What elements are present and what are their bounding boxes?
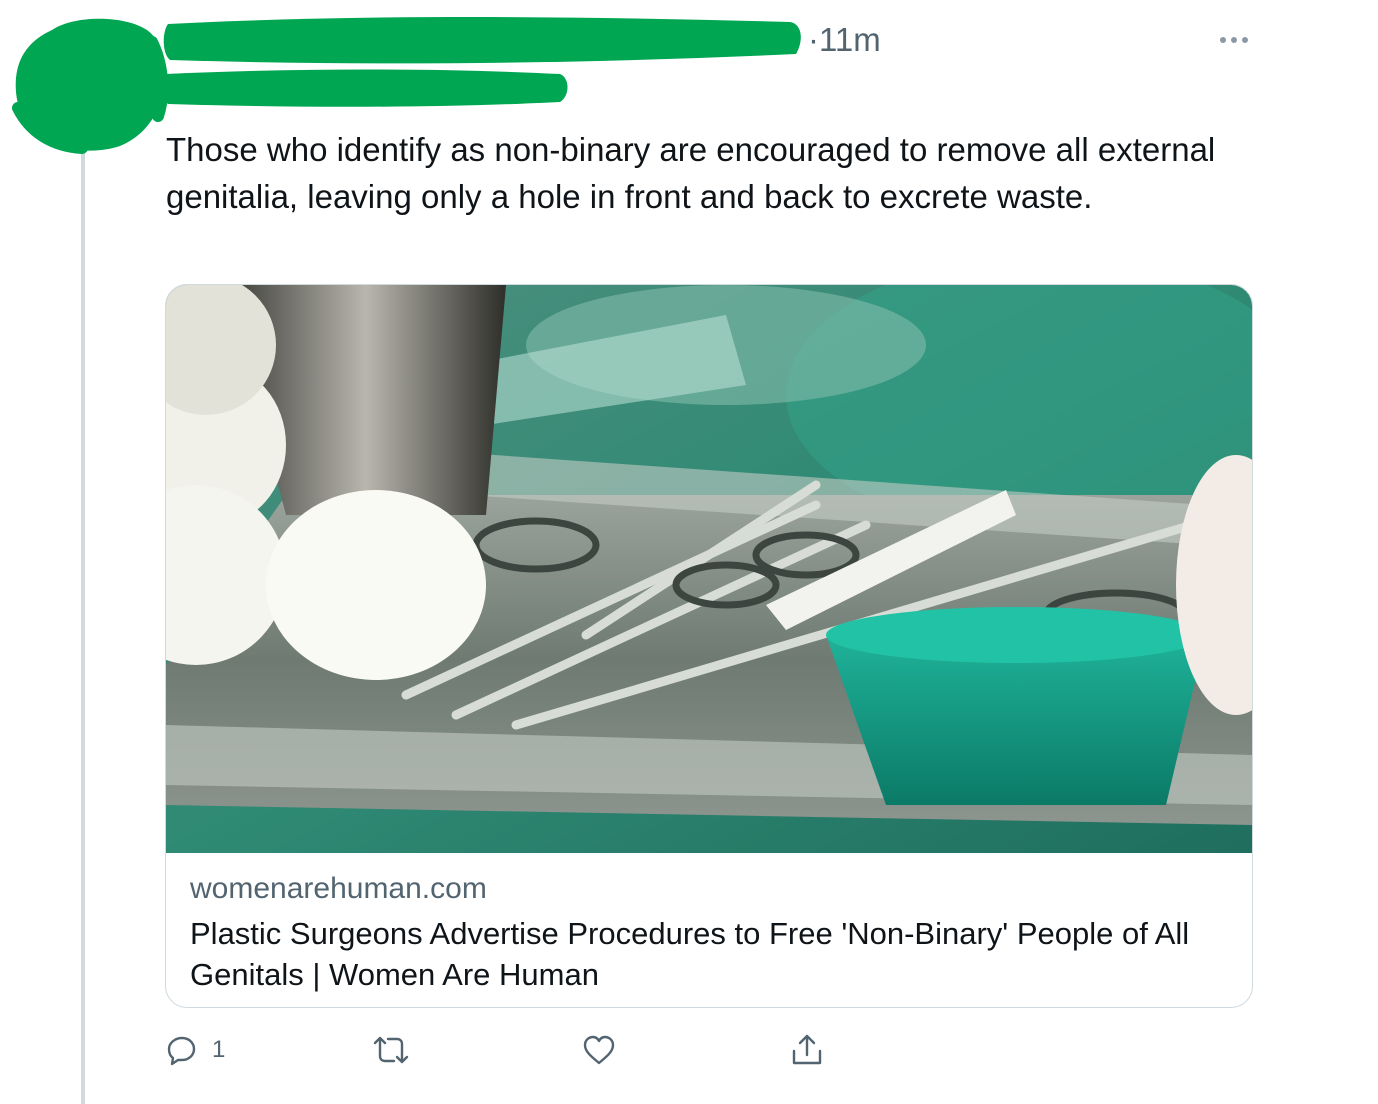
link-card-domain: womenarehuman.com	[190, 872, 487, 905]
redacted-handle	[161, 69, 568, 107]
reply-icon	[166, 1034, 198, 1066]
retweet-button[interactable]	[372, 1030, 410, 1070]
tweet-container: ·11m Those who identify as non-binary ar…	[0, 0, 1378, 1104]
link-card-title: Plastic Surgeons Advertise Procedures to…	[190, 916, 1190, 992]
share-button[interactable]	[790, 1030, 824, 1070]
retweet-icon	[372, 1034, 410, 1066]
more-horizontal-icon[interactable]	[1214, 26, 1254, 54]
link-card-body: womenarehuman.com Plastic Surgeons Adver…	[190, 869, 1230, 995]
redacted-avatar	[12, 18, 169, 154]
redacted-display-name	[163, 17, 801, 64]
tweet-timestamp[interactable]: ·11m	[808, 20, 881, 60]
surgical-instruments-photo	[166, 285, 1252, 853]
thread-connector-line	[81, 150, 85, 1104]
reply-button[interactable]: 1	[166, 1030, 225, 1070]
share-icon	[790, 1033, 824, 1067]
tweet-text: Those who identify as non-binary are enc…	[166, 131, 1216, 215]
like-button[interactable]	[582, 1030, 616, 1070]
heart-icon	[582, 1034, 616, 1066]
link-card[interactable]: womenarehuman.com Plastic Surgeons Adver…	[165, 284, 1253, 1008]
tweet-action-bar: 1	[0, 1030, 1378, 1070]
reply-count: 1	[212, 1036, 226, 1063]
